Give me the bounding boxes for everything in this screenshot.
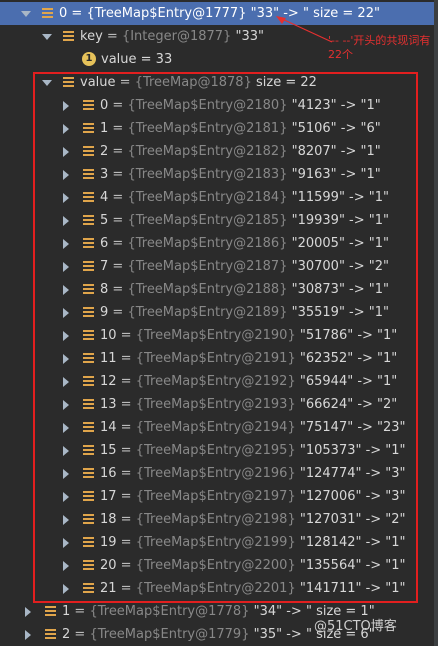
field-icon [45, 629, 56, 640]
highlight-box [33, 72, 418, 603]
info-icon: 1 [82, 52, 96, 66]
entry-index: 0 [59, 6, 68, 21]
annotation-note: '-- --'开头的共现词有22个 [328, 34, 431, 61]
field-icon [63, 31, 74, 42]
collapse-arrow-icon[interactable] [25, 607, 31, 617]
inner-value-name: value [101, 52, 137, 67]
field-icon [42, 8, 53, 19]
key-label: key = {Integer@1877} "33" [80, 29, 264, 44]
inner-value-label: value = 33 [101, 48, 172, 71]
entry-index: 1 [62, 604, 71, 619]
collapse-arrow-icon[interactable] [25, 630, 31, 640]
key-value: "33" [235, 29, 264, 44]
tree-row-entry-0[interactable]: 0 = {TreeMap$Entry@1777} "33" -> " size … [0, 2, 438, 25]
watermark: @51CTO博客 [314, 619, 397, 634]
entry-type: {TreeMap$Entry@1777} [86, 6, 247, 21]
entry-index: 2 [62, 627, 71, 642]
field-icon [45, 606, 56, 617]
entry-type: {TreeMap$Entry@1778} [89, 604, 250, 619]
scrollbar[interactable] [434, 0, 438, 646]
key-name: key [80, 29, 103, 44]
key-type: {Integer@1877} [121, 29, 232, 44]
expand-arrow-icon[interactable] [21, 11, 31, 17]
expand-arrow-icon[interactable] [42, 34, 52, 40]
inner-value-value: = 33 [140, 52, 173, 67]
entry-type: {TreeMap$Entry@1779} [89, 627, 250, 642]
